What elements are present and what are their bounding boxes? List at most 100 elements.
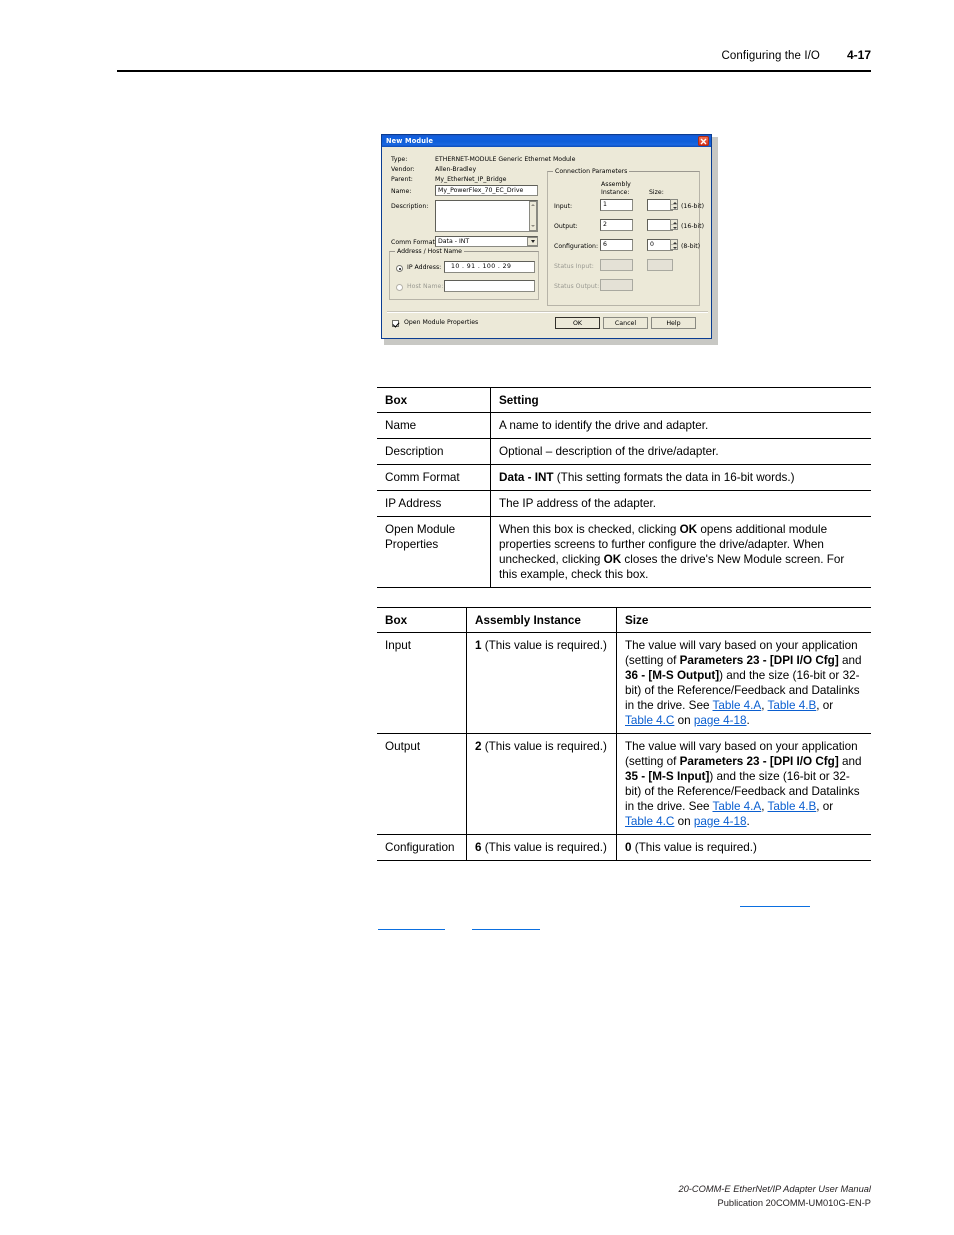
table-header-row: Box Setting [377,387,871,413]
conn-header-assembly-instance: Assembly Instance [466,607,617,633]
parent-label: Parent: [391,176,413,183]
settings-header-setting: Setting [490,387,871,413]
conn-cell-box: Configuration [377,834,467,861]
settings-cell-setting: Data - INT (This setting formats the dat… [499,471,795,484]
input-size-stepper[interactable] [670,199,678,210]
settings-cell-box: Comm Format [377,464,491,491]
conn-cell-assembly: 6 (This value is required.) [466,834,617,861]
table-header-row: Box Assembly Instance Size [377,607,871,633]
ip-address-label: IP Address: [407,264,442,271]
status-output-assembly-instance-input [600,279,633,291]
comm-format-select[interactable]: Data - INT [435,236,538,247]
input-size-units: (16-bit) [681,203,705,210]
dialog-title: New Module [386,137,434,145]
table-row: Configuration 6 (This value is required.… [377,834,871,861]
residual-link-underline[interactable] [740,906,810,907]
address-host-group [389,251,539,300]
vendor-label: Vendor: [391,166,415,173]
ok-button[interactable]: OK [555,317,600,329]
status-input-assembly-instance-input [600,259,633,271]
comm-format-label: Comm Format: [391,239,438,246]
configuration-assembly-instance-input[interactable]: 6 [600,239,633,251]
ip-address-input[interactable]: 10 . 91 . 100 . 29 [444,261,535,273]
table-row: Input 1 (This value is required.) The va… [377,632,871,734]
table-row: Description Optional – description of th… [377,438,871,465]
conn-cell-size: 0 (This value is required.) [625,841,757,854]
configuration-row-label: Configuration: [554,243,599,250]
type-label: Type: [391,156,408,163]
header-chapter-title: Configuring the I/O [721,50,820,62]
status-input-size-input [647,259,673,271]
residual-link-underline[interactable] [472,929,540,930]
status-input-row-label: Status Input: [554,263,594,270]
settings-cell-setting: The IP address of the adapter. [499,497,657,510]
status-output-row-label: Status Output: [554,283,600,290]
host-name-radio[interactable] [396,284,403,291]
parent-value: My_EtherNet_IP_Bridge [435,176,507,183]
configuration-size-stepper[interactable] [670,239,678,250]
table-row: Open Module Properties When this box is … [377,516,871,588]
name-label: Name: [391,188,412,195]
conn-cell-assembly: 1 (This value is required.) [466,632,617,734]
open-module-properties-checkbox[interactable] [392,320,399,327]
input-row-label: Input: [554,203,573,210]
output-assembly-instance-input[interactable]: 2 [600,219,633,231]
table-row: IP Address The IP address of the adapter… [377,490,871,517]
assembly-col-header-line2: Instance: [601,189,630,196]
ip-address-radio[interactable] [396,265,403,272]
new-module-dialog: New Module Type: ETHERNET-MODULE Generic… [381,134,712,339]
conn-cell-box: Output [377,733,467,835]
output-row-label: Output: [554,223,578,230]
conn-cell-size: The value will vary based on your applic… [625,639,862,727]
output-size-units: (16-bit) [681,223,705,230]
page-footer: 20-COMM-E EtherNet/IP Adapter User Manua… [678,1183,871,1210]
close-icon[interactable] [698,136,709,146]
chevron-down-icon[interactable] [527,237,538,246]
settings-cell-box: Open Module Properties [377,516,491,588]
settings-cell-setting: A name to identify the drive and adapter… [499,419,709,432]
settings-cell-setting: When this box is checked, clicking OK op… [499,523,845,581]
connection-parameters-table: Box Assembly Instance Size Input 1 (This… [377,607,871,861]
residual-link-underline[interactable] [378,929,445,930]
name-input[interactable]: My_PowerFlex_70_EC_Drive [435,185,538,196]
conn-cell-size: The value will vary based on your applic… [625,740,862,828]
help-button[interactable]: Help [651,317,696,329]
new-module-screenshot: New Module Type: ETHERNET-MODULE Generic… [381,134,718,345]
footer-publication: Publication 20COMM-UM010G-EN-P [717,1197,871,1208]
table-row: Comm Format Data - INT (This setting for… [377,464,871,491]
configuration-size-units: (8-bit) [681,243,701,250]
header-divider [117,70,871,72]
address-host-group-title: Address / Host Name [395,248,464,255]
settings-cell-box: Description [377,438,491,465]
type-value: ETHERNET-MODULE Generic Ethernet Module [435,156,576,163]
vendor-value: Allen-Bradley [435,166,477,173]
dialog-separator [387,311,708,313]
page-header: Configuring the I/O 4-17 [117,48,871,76]
conn-header-size: Size [616,607,871,633]
dialog-body: Type: ETHERNET-MODULE Generic Ethernet M… [382,147,711,339]
size-col-header: Size: [649,189,664,196]
settings-cell-box: Name [377,412,491,439]
conn-header-box: Box [377,607,467,633]
cancel-button[interactable]: Cancel [603,317,648,329]
description-scrollbar[interactable] [529,201,537,231]
description-label: Description: [391,203,429,210]
table-row: Name A name to identify the drive and ad… [377,412,871,439]
input-assembly-instance-input[interactable]: 1 [600,199,633,211]
conn-cell-box: Input [377,632,467,734]
footer-manual-title: 20-COMM-E EtherNet/IP Adapter User Manua… [678,1184,871,1194]
settings-header-box: Box [377,387,491,413]
open-module-properties-label: Open Module Properties [404,319,479,326]
settings-table: Box Setting Name A name to identify the … [377,387,871,588]
host-name-label: Host Name: [407,283,444,290]
dialog-titlebar: New Module [382,135,711,147]
description-input[interactable] [435,200,538,232]
host-name-input[interactable] [444,280,535,292]
page-number: 4-17 [846,48,871,62]
assembly-col-header-line1: Assembly [601,181,631,188]
settings-cell-setting: Optional – description of the drive/adap… [499,445,719,458]
conn-cell-assembly: 2 (This value is required.) [466,733,617,835]
output-size-stepper[interactable] [670,219,678,230]
connection-parameters-title: Connection Parameters [553,168,630,175]
table-row: Output 2 (This value is required.) The v… [377,733,871,835]
